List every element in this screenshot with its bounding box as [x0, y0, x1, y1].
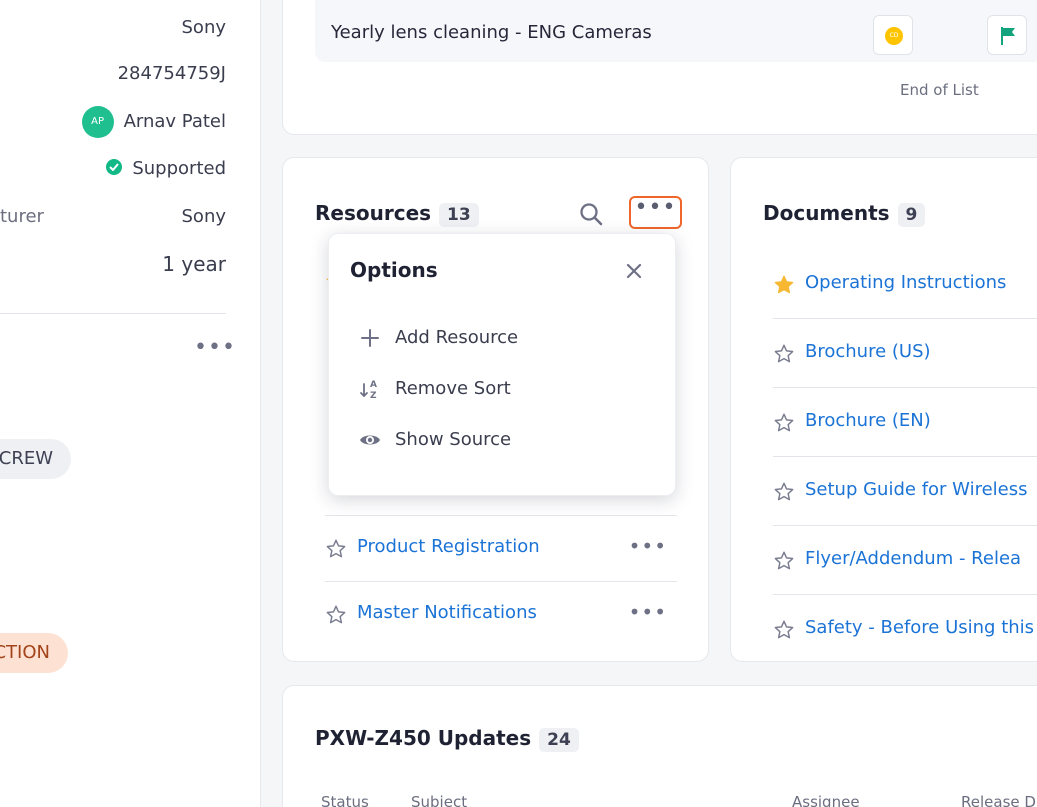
svg-text:A: A — [370, 380, 377, 390]
document-item[interactable]: Setup Guide for Wireless — [773, 457, 1037, 526]
document-link[interactable]: Operating Instructions — [805, 272, 1006, 293]
list-item[interactable]: Product Registration ••• — [325, 515, 677, 581]
detail-value-manufacturer: Sony — [181, 206, 227, 227]
document-link[interactable]: Brochure (US) — [805, 341, 931, 362]
star-filled-icon[interactable] — [773, 274, 795, 296]
check-circle-icon — [106, 159, 123, 175]
task-item[interactable]: Yearly lens cleaning - ENG Cameras CD — [315, 0, 1037, 62]
star-outline-icon[interactable] — [773, 619, 795, 641]
resource-link[interactable]: Product Registration — [357, 536, 540, 557]
document-item[interactable]: Flyer/Addendum - Relea — [773, 526, 1037, 595]
column-header-subject[interactable]: Subject — [411, 793, 467, 807]
updates-count-badge: 24 — [539, 728, 579, 752]
owner-name: Arnav Patel — [123, 111, 226, 132]
detail-value-serial: 284754759J — [117, 63, 226, 84]
document-item[interactable]: Brochure (EN) — [773, 388, 1037, 457]
documents-title-text: Documents — [763, 201, 890, 225]
popover-title: Options — [350, 258, 438, 282]
row-more-button[interactable]: ••• — [629, 602, 667, 622]
detail-value-warranty: 1 year — [162, 252, 226, 276]
divider — [0, 313, 226, 314]
detail-value-brand: Sony — [181, 17, 227, 38]
menu-item-label: Show Source — [395, 429, 512, 450]
document-item[interactable]: Safety - Before Using this — [773, 595, 1037, 661]
resources-count-badge: 13 — [439, 203, 479, 227]
documents-count-badge: 9 — [897, 203, 926, 227]
eye-icon — [360, 435, 380, 445]
star-outline-icon[interactable] — [325, 604, 347, 626]
menu-item-show-source[interactable]: Show Source — [359, 423, 649, 457]
column-header-release-date[interactable]: Release D — [961, 793, 1036, 807]
star-outline-icon[interactable] — [773, 481, 795, 503]
section-more-button[interactable]: ••• — [194, 337, 236, 359]
detail-value-support: Supported — [106, 158, 226, 179]
star-outline-icon[interactable] — [325, 538, 347, 560]
resource-link[interactable]: Master Notifications — [357, 602, 537, 623]
documents-card: Documents 9 Operating Instructions Brochu… — [730, 157, 1037, 662]
menu-item-label: Add Resource — [395, 327, 519, 348]
task-title: Yearly lens cleaning - ENG Cameras — [331, 22, 652, 43]
document-item[interactable]: Brochure (US) — [773, 319, 1037, 388]
flag-button[interactable] — [987, 15, 1027, 55]
action-tag[interactable]: CTION — [0, 633, 68, 673]
resources-more-button[interactable]: ••• — [629, 196, 682, 229]
options-popover: Options Add Resource A Z Remove Sort Sho… — [328, 233, 676, 496]
updates-card: PXW-Z450 Updates 24 Status Subject Assign… — [282, 685, 1037, 807]
close-icon[interactable] — [625, 262, 643, 280]
avatar: AP — [81, 106, 114, 138]
column-header-assignee[interactable]: Assignee — [792, 793, 860, 807]
menu-item-label: Remove Sort — [395, 378, 511, 399]
support-status: Supported — [132, 158, 226, 179]
sort-az-icon: A Z — [360, 380, 377, 400]
coin-icon: CD — [885, 27, 903, 45]
list-item[interactable]: Master Notifications ••• — [325, 581, 677, 647]
document-link[interactable]: Safety - Before Using this — [805, 617, 1034, 638]
flag-icon — [1001, 27, 1015, 45]
star-outline-icon[interactable] — [773, 550, 795, 572]
resources-title-text: Resources — [315, 201, 432, 225]
tasks-card: Yearly lens cleaning - ENG Cameras CD En… — [282, 0, 1037, 135]
more-dots-icon: ••• — [634, 195, 677, 220]
star-outline-icon[interactable] — [773, 412, 795, 434]
column-header-status[interactable]: Status — [321, 793, 369, 807]
detail-label-warranty-fragment: , — [0, 250, 2, 271]
document-link[interactable]: Flyer/Addendum - Relea — [805, 548, 1021, 569]
row-more-button[interactable]: ••• — [629, 536, 667, 556]
detail-label-manufacturer: turer — [0, 206, 44, 227]
documents-title: Documents 9 — [763, 201, 926, 227]
search-icon[interactable] — [579, 202, 603, 226]
resources-title: Resources 13 — [315, 201, 479, 227]
document-link[interactable]: Setup Guide for Wireless — [805, 479, 1027, 500]
updates-title-text: PXW-Z450 Updates — [315, 726, 532, 750]
left-details-panel: Sony 284754759J AP Arnav Patel Supported … — [0, 0, 261, 807]
svg-text:Z: Z — [370, 391, 377, 400]
star-outline-icon[interactable] — [773, 343, 795, 365]
plus-icon — [361, 329, 379, 347]
end-of-list-label: End of List — [900, 81, 979, 99]
menu-item-remove-sort[interactable]: A Z Remove Sort — [359, 372, 649, 406]
document-link[interactable]: Brochure (EN) — [805, 410, 931, 431]
document-item[interactable]: Operating Instructions — [773, 250, 1037, 319]
assignee-badge[interactable]: CD — [873, 15, 913, 55]
crew-tag[interactable]: CREW — [0, 439, 71, 479]
detail-value-owner[interactable]: AP Arnav Patel — [81, 106, 226, 138]
menu-item-add-resource[interactable]: Add Resource — [359, 321, 649, 355]
updates-title: PXW-Z450 Updates 24 — [315, 726, 579, 752]
